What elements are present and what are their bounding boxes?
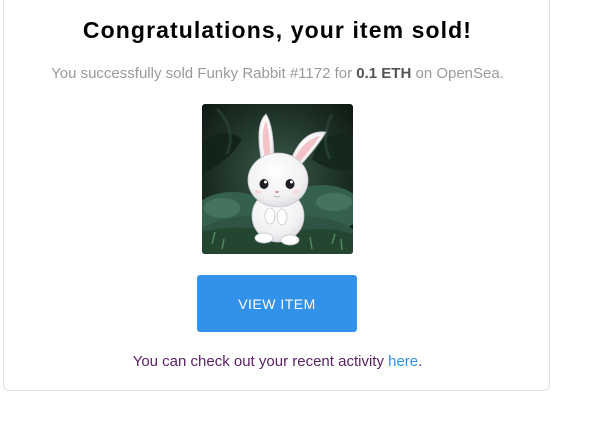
activity-trailing: . — [418, 353, 423, 370]
activity-here-link[interactable]: here — [388, 353, 418, 370]
view-item-button[interactable]: VIEW ITEM — [197, 275, 357, 332]
email-title: Congratulations, your item sold! — [82, 17, 473, 43]
activity-text: You can check out your recent activity — [132, 353, 389, 370]
sale-message-suffix: on OpenSea. — [411, 65, 504, 82]
sale-message-prefix: You successfully sold Funky Rabbit #1172… — [51, 65, 357, 82]
email-card: Congratulations, your item sold! You suc… — [3, 0, 550, 391]
activity-message: You can check out your recent activity h… — [4, 353, 551, 370]
rabbit-illustration — [202, 104, 353, 254]
sale-message: You successfully sold Funky Rabbit #1172… — [4, 65, 551, 82]
nft-image-rabbit[interactable] — [202, 104, 353, 254]
sale-price: 0.1 ETH — [356, 65, 412, 82]
